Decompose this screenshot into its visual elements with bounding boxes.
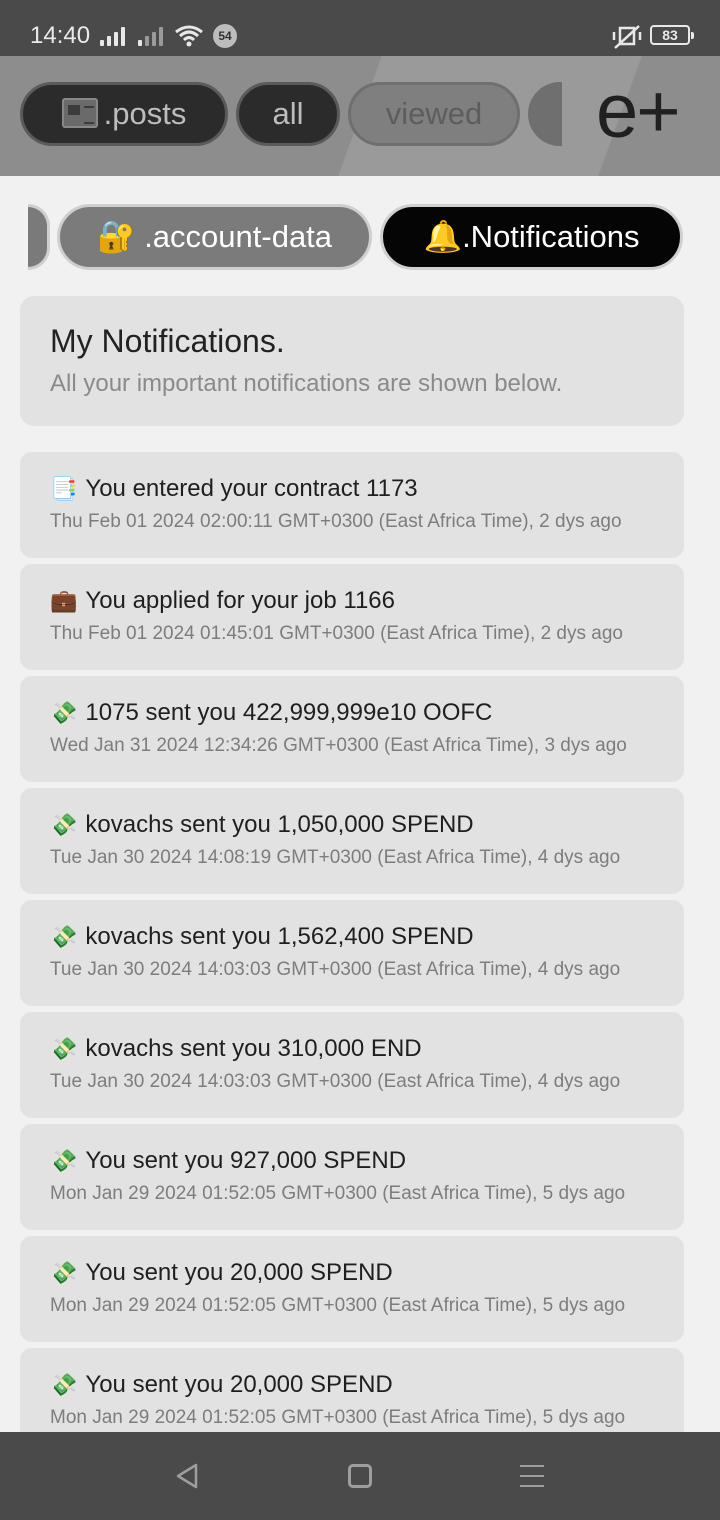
tab-posts-label: .posts	[103, 96, 187, 131]
signal-no-service-icon	[138, 26, 163, 46]
bookmark-tabs-icon: 📑	[50, 477, 78, 502]
app-logo[interactable]: e+	[596, 72, 681, 152]
notification-item[interactable]: 📑 You entered your contract 1173 Thu Feb …	[20, 452, 684, 558]
notification-item[interactable]: 💸 1075 sent you 422,999,999e10 OOFC Wed J…	[20, 676, 684, 782]
notifications-intro-card: My Notifications. All your important not…	[20, 296, 684, 426]
notification-count-badge: 54	[213, 24, 237, 48]
money-flying-icon: 💸	[50, 925, 78, 950]
system-nav-bar	[0, 1432, 720, 1520]
recents-icon[interactable]	[520, 1465, 544, 1487]
tab-notifications-label: .Notifications	[462, 219, 640, 254]
money-flying-icon: 💸	[50, 1373, 78, 1398]
notification-timestamp: Thu Feb 01 2024 02:00:11 GMT+0300 (East …	[50, 511, 622, 532]
back-icon[interactable]	[174, 1462, 202, 1490]
notification-timestamp: Tue Jan 30 2024 14:03:03 GMT+0300 (East …	[50, 959, 621, 980]
tab-all-label: all	[272, 96, 304, 131]
wifi-icon	[175, 25, 203, 47]
page-title: My Notifications.	[50, 323, 285, 359]
notification-timestamp: Wed Jan 31 2024 12:34:26 GMT+0300 (East …	[50, 735, 627, 756]
notification-message: 1075 sent you 422,999,999e10 OOFC	[85, 699, 493, 726]
tab-viewed[interactable]: viewed	[348, 82, 520, 146]
newspaper-icon	[61, 98, 98, 128]
tab-account-data[interactable]: 🔐 .account-data	[57, 204, 372, 270]
notification-item[interactable]: 💸 You sent you 20,000 SPEND Mon Jan 29 20…	[20, 1348, 684, 1432]
status-bar: 14:40 54 83	[0, 0, 720, 56]
tab-all[interactable]: all	[236, 82, 340, 146]
briefcase-icon: 💼	[50, 589, 78, 614]
money-flying-icon: 💸	[50, 1149, 78, 1174]
app-header: .posts all viewed e+	[0, 56, 720, 176]
page-subtitle: All your important notifications are sho…	[50, 370, 563, 397]
notification-timestamp: Mon Jan 29 2024 01:52:05 GMT+0300 (East …	[50, 1183, 626, 1204]
notification-message: You sent you 20,000 SPEND	[85, 1371, 393, 1398]
tab-posts[interactable]: .posts	[20, 82, 228, 146]
notification-item[interactable]: 💸 You sent you 20,000 SPEND Mon Jan 29 20…	[20, 1236, 684, 1342]
mute-vibrate-icon	[612, 25, 642, 49]
tab-partial-left[interactable]	[28, 204, 50, 270]
notification-message: You applied for your job 1166	[85, 587, 395, 614]
bell-icon: 🔔	[423, 219, 463, 255]
money-flying-icon: 💸	[50, 813, 78, 838]
notification-timestamp: Mon Jan 29 2024 01:52:05 GMT+0300 (East …	[50, 1407, 626, 1428]
tab-viewed-label: viewed	[385, 96, 483, 131]
tab-notifications[interactable]: 🔔.Notifications	[380, 204, 683, 270]
notification-item[interactable]: 💸 kovachs sent you 310,000 END Tue Jan 30…	[20, 1012, 684, 1118]
home-icon[interactable]	[348, 1464, 372, 1488]
notification-message: You sent you 20,000 SPEND	[85, 1259, 393, 1286]
notification-message: kovachs sent you 1,562,400 SPEND	[85, 923, 474, 950]
money-flying-icon: 💸	[50, 701, 78, 726]
notification-message: kovachs sent you 310,000 END	[85, 1035, 422, 1062]
money-flying-icon: 💸	[50, 1261, 78, 1286]
notifications-sheet: 🔐 .account-data 🔔.Notifications My Notif…	[0, 176, 720, 1432]
notification-message: You sent you 927,000 SPEND	[85, 1147, 407, 1174]
notification-message: kovachs sent you 1,050,000 SPEND	[85, 811, 474, 838]
money-flying-icon: 💸	[50, 1037, 78, 1062]
battery-icon: 83	[650, 25, 694, 45]
lock-key-icon: 🔐	[96, 219, 136, 255]
notification-timestamp: Mon Jan 29 2024 01:52:05 GMT+0300 (East …	[50, 1295, 626, 1316]
notification-timestamp: Tue Jan 30 2024 14:08:19 GMT+0300 (East …	[50, 847, 621, 868]
tab-account-data-label: .account-data	[144, 219, 333, 254]
notification-timestamp: Thu Feb 01 2024 01:45:01 GMT+0300 (East …	[50, 623, 623, 644]
notification-item[interactable]: 💸 You sent you 927,000 SPEND Mon Jan 29 2…	[20, 1124, 684, 1230]
notification-item[interactable]: 💸 kovachs sent you 1,562,400 SPEND Tue Ja…	[20, 900, 684, 1006]
signal-icon	[100, 26, 125, 46]
notification-timestamp: Tue Jan 30 2024 14:03:03 GMT+0300 (East …	[50, 1071, 621, 1092]
notification-item[interactable]: 💼 You applied for your job 1166 Thu Feb 0…	[20, 564, 684, 670]
notification-item[interactable]: 💸 kovachs sent you 1,050,000 SPEND Tue Ja…	[20, 788, 684, 894]
notification-message: You entered your contract 1173	[85, 475, 418, 502]
status-time: 14:40	[30, 22, 91, 49]
